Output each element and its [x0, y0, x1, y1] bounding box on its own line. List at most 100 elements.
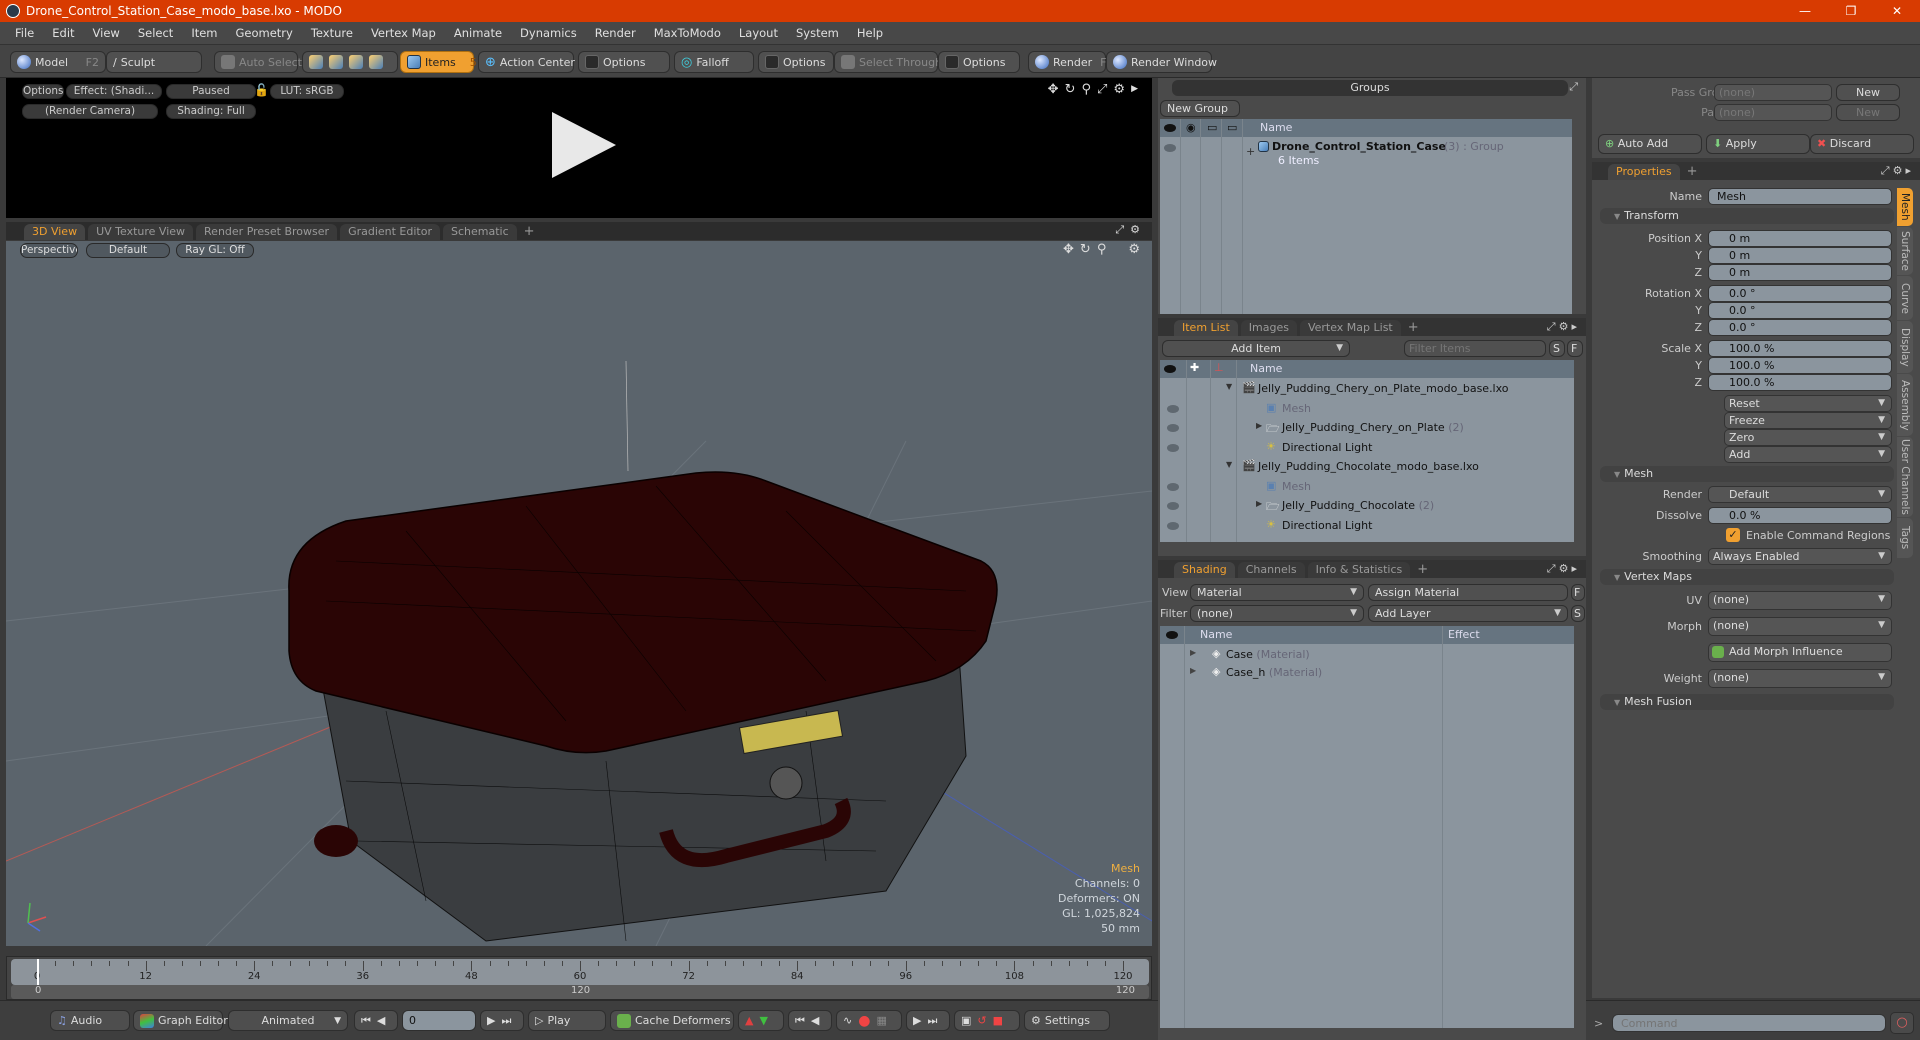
menu-select[interactable]: Select	[129, 26, 182, 40]
add-tab-button[interactable]: +	[1404, 320, 1423, 336]
menu-dynamics[interactable]: Dynamics	[511, 26, 586, 40]
s-button[interactable]: S	[1571, 605, 1585, 622]
close-button[interactable]: ✕	[1874, 0, 1920, 22]
transform-section[interactable]: ▼ Transform	[1600, 208, 1894, 224]
menu-maxtomodo[interactable]: MaxToModo	[645, 26, 730, 40]
render-dropdown[interactable]: Default ▼	[1708, 486, 1892, 503]
collapse-arrow-icon[interactable]: ▼	[1226, 460, 1232, 469]
timeline[interactable]: 0 12 24 36 48 60 72 84 96 108 120 0 120 120	[6, 956, 1152, 1000]
scale-y-input[interactable]: 100.0 %	[1708, 357, 1892, 374]
tab-shading[interactable]: Shading	[1174, 562, 1235, 578]
add-tab-button[interactable]: +	[1683, 164, 1702, 180]
collapse-arrow-icon[interactable]: ▼	[1226, 382, 1232, 391]
item-list-row[interactable]: ▶ 🗁 Jelly_Pudding_Chery_on_Plate (2)	[1160, 419, 1574, 437]
expand-arrow-icon[interactable]: ▶	[1190, 666, 1196, 675]
auto-add-button[interactable]: ⊕ Auto Add	[1598, 134, 1702, 154]
f-button[interactable]: F	[1571, 584, 1585, 601]
tab-schematic[interactable]: Schematic	[443, 224, 517, 240]
timeline-range-bar[interactable]: 0 120 120	[11, 985, 1149, 999]
position-x-input[interactable]: 0 m	[1708, 230, 1892, 247]
assign-material-button[interactable]: Assign Material	[1368, 584, 1568, 601]
expand-arrow-icon[interactable]: ▶	[1131, 82, 1138, 97]
zoom-icon[interactable]: ⚲	[1097, 242, 1107, 257]
auto-select-button[interactable]: Auto Select	[214, 51, 302, 73]
play-button[interactable]: ▷ Play	[528, 1010, 606, 1031]
upload-key-icon[interactable]: ▲	[745, 1014, 753, 1027]
items-mode-button[interactable]: Items 5	[400, 51, 477, 73]
side-tab-tags[interactable]: Tags	[1897, 518, 1913, 558]
item-list-row[interactable]: ▣ Mesh	[1160, 478, 1574, 496]
playhead[interactable]	[37, 959, 39, 985]
menu-system[interactable]: System	[787, 26, 848, 40]
command-regions-checkbox[interactable]: ✓	[1726, 528, 1740, 542]
menu-edit[interactable]: Edit	[43, 26, 83, 40]
freeze-dropdown[interactable]: Freeze ▼	[1724, 412, 1892, 429]
auto-key-icon[interactable]: ▦	[876, 1014, 886, 1027]
next-keyframe-icon[interactable]: ⏭	[927, 1014, 937, 1028]
item-tree[interactable]: ✚ ⊥ Name ▼ 🎬 Jelly_Pudding_Chery_on_Plate_…	[1160, 360, 1574, 542]
gear-icon[interactable]: ⚙	[1130, 223, 1140, 237]
maximize-icon[interactable]: ⤢	[1547, 320, 1559, 333]
group-row[interactable]: + Drone_Control_Station_Case (3) : Group…	[1160, 139, 1572, 171]
preview-options-button[interactable]: Options	[22, 84, 64, 99]
add-tab-button[interactable]: +	[520, 224, 539, 240]
rotate-icon[interactable]: ↻	[1065, 82, 1076, 97]
visibility-toggle-icon[interactable]	[1167, 521, 1179, 530]
gear-icon[interactable]: ⚙	[1113, 82, 1125, 97]
maximize-icon[interactable]: ⤢	[1881, 164, 1893, 177]
item-list-row[interactable]: ▼ 🎬 Jelly_Pudding_Chery_on_Plate_modo_base…	[1160, 380, 1574, 398]
animated-dropdown[interactable]: Animated ▼	[228, 1010, 348, 1031]
render-window-button[interactable]: Render Window	[1106, 51, 1217, 73]
item-list-row[interactable]: ☀ Directional Light	[1160, 439, 1574, 457]
apply-button[interactable]: ⬇ Apply	[1706, 134, 1810, 154]
view-dropdown[interactable]: Material ▼	[1190, 584, 1364, 601]
prev-key-icon[interactable]: ◀	[377, 1014, 385, 1027]
key-selection-icon[interactable]: ▣	[961, 1014, 971, 1027]
record-icon[interactable]: ●	[858, 1013, 870, 1029]
add-tab-button[interactable]: +	[1413, 562, 1432, 578]
pan-icon[interactable]: ✥	[1063, 242, 1074, 257]
side-tab-mesh[interactable]: Mesh	[1897, 188, 1913, 226]
expand-arrow-icon[interactable]: ▸	[1571, 562, 1580, 575]
prev-step-icon[interactable]: ◀	[811, 1014, 819, 1027]
download-key-icon[interactable]: ▼	[759, 1014, 767, 1027]
select-through-button[interactable]: Select Through	[834, 51, 942, 73]
mesh-fusion-section[interactable]: ▼ Mesh Fusion	[1600, 694, 1894, 710]
render-preview[interactable]: Options Effect: (Shadi... Paused 🔓 LUT: …	[6, 78, 1152, 218]
maximize-icon[interactable]: ⤢	[1547, 562, 1559, 575]
tab-uv-texture-view[interactable]: UV Texture View	[88, 224, 194, 240]
projection-dropdown[interactable]: Perspective	[20, 243, 78, 258]
new-group-button[interactable]: New Group	[1160, 100, 1240, 117]
item-list-row[interactable]: ▼ 🎬 Jelly_Pudding_Chocolate_modo_base.lxo	[1160, 458, 1574, 476]
visibility-toggle-icon[interactable]	[1167, 404, 1179, 413]
command-history-icon[interactable]: ○	[1890, 1012, 1914, 1034]
visibility-toggle-icon[interactable]	[1167, 424, 1179, 432]
add-layer-dropdown[interactable]: Add Layer ▼	[1368, 605, 1568, 622]
vertices-mode-icon[interactable]	[309, 55, 323, 69]
edges-mode-icon[interactable]	[329, 55, 343, 69]
gear-icon[interactable]: ⚙	[1559, 320, 1572, 333]
zero-dropdown[interactable]: Zero ▼	[1724, 429, 1892, 446]
expand-arrow-icon[interactable]: ▶	[1256, 421, 1262, 430]
morph-dropdown[interactable]: (none) ▼	[1708, 617, 1892, 636]
mesh-section[interactable]: ▼ Mesh	[1600, 466, 1894, 482]
gear-icon[interactable]: ⚙	[1893, 164, 1906, 177]
key-curve-icon[interactable]: ∿	[843, 1014, 852, 1027]
menu-help[interactable]: Help	[848, 26, 892, 40]
discard-button[interactable]: ✖ Discard	[1810, 134, 1914, 154]
zoom-icon[interactable]: ⚲	[1081, 82, 1091, 97]
maximize-icon[interactable]: ⤢	[1097, 82, 1107, 97]
tab-properties[interactable]: Properties	[1608, 164, 1680, 180]
minimize-button[interactable]: —	[1782, 0, 1828, 22]
item-list-row[interactable]: ▣ Mesh	[1160, 400, 1574, 418]
expand-arrow-icon[interactable]: ▸	[1571, 320, 1580, 333]
next-key-icon[interactable]: ▶	[487, 1014, 495, 1027]
key-item-icon[interactable]: ■	[993, 1014, 1003, 1027]
polygons-mode-icon[interactable]	[349, 55, 363, 69]
visibility-toggle-icon[interactable]	[1167, 443, 1179, 452]
chevron-down-icon[interactable]: ▼	[1336, 341, 1343, 356]
pass-groups-dropdown[interactable]: (none)	[1714, 84, 1832, 101]
tab-gradient-editor[interactable]: Gradient Editor	[340, 224, 440, 240]
menu-view[interactable]: View	[84, 26, 129, 40]
action-center-button[interactable]: ⊕ Action Center	[478, 51, 575, 73]
